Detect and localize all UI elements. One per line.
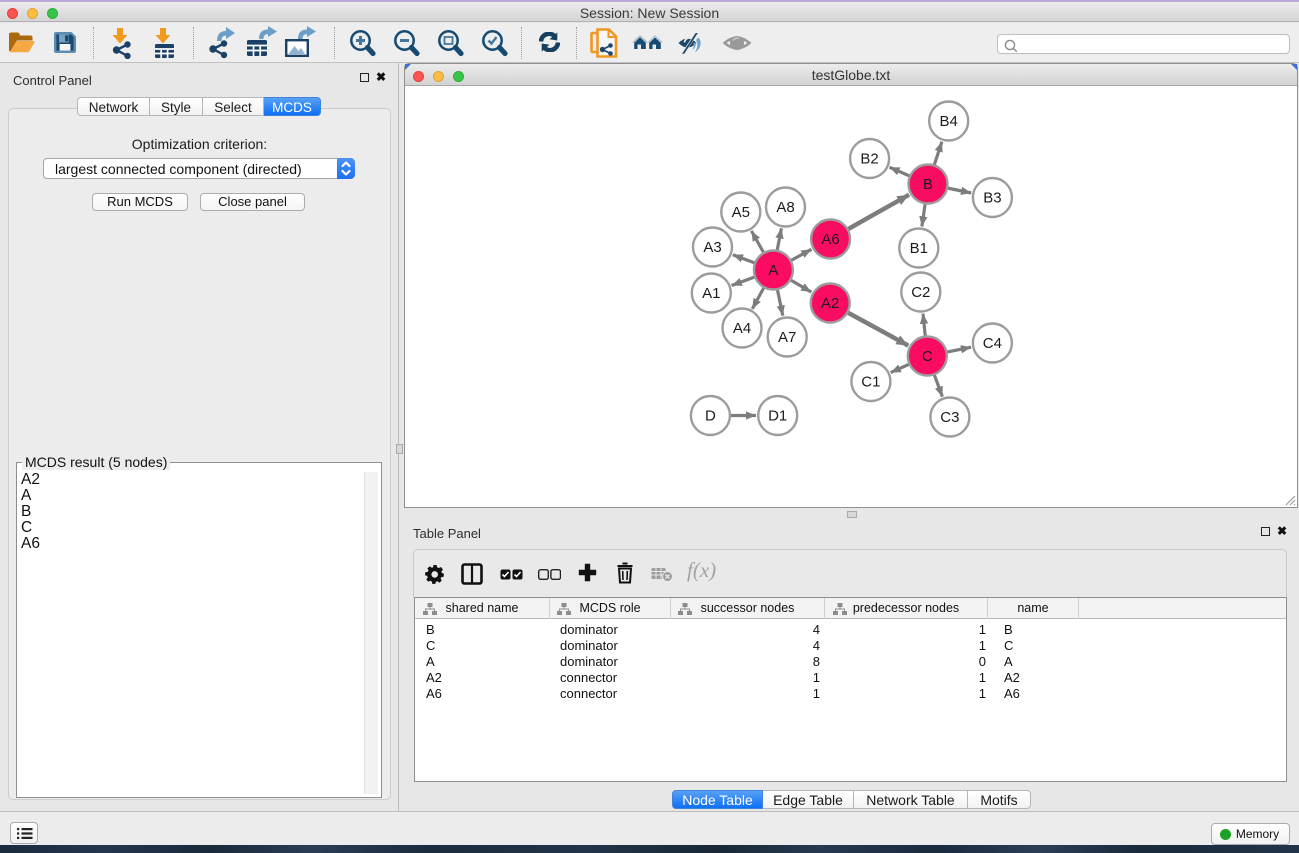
svg-text:C2: C2 [911,284,930,301]
svg-text:B: B [923,176,933,193]
svg-text:A3: A3 [703,239,721,256]
svg-text:D1: D1 [768,408,787,425]
svg-text:A1: A1 [702,285,720,302]
svg-text:A4: A4 [733,320,751,337]
svg-text:D: D [705,408,716,425]
svg-text:A: A [768,262,778,279]
svg-text:B4: B4 [940,113,958,130]
svg-text:A2: A2 [821,295,839,312]
svg-text:A6: A6 [821,231,839,248]
svg-text:B1: B1 [910,240,928,257]
svg-text:C4: C4 [983,335,1002,352]
svg-text:A8: A8 [776,199,794,216]
svg-text:B3: B3 [983,190,1001,207]
svg-text:C3: C3 [940,409,959,426]
svg-text:A5: A5 [732,204,750,221]
svg-text:C1: C1 [861,374,880,391]
svg-text:A7: A7 [778,329,796,346]
svg-text:C: C [922,348,933,365]
svg-text:B2: B2 [860,151,878,168]
